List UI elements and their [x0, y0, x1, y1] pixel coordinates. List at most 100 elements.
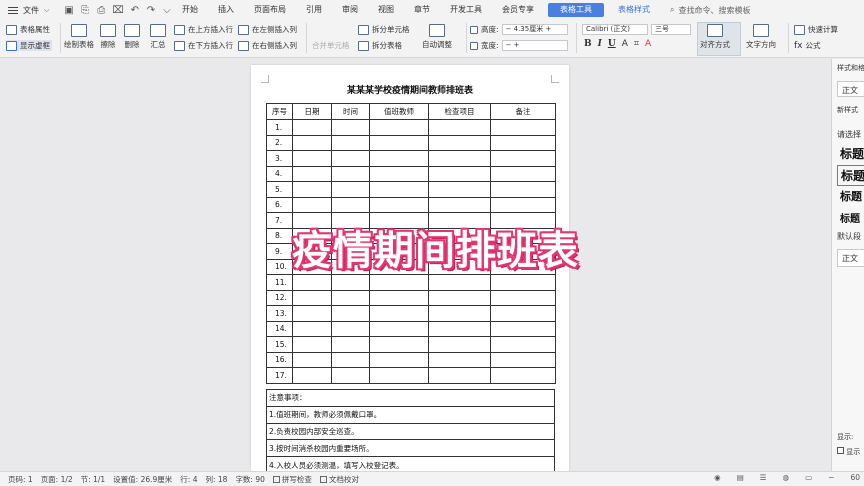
style-body[interactable]: 正文	[837, 249, 864, 267]
table-cell[interactable]	[490, 150, 556, 167]
table-cell[interactable]	[331, 305, 370, 322]
row-number-cell[interactable]: 3.	[266, 150, 293, 167]
tab-layout[interactable]: 页面布局	[244, 0, 296, 20]
status-words[interactable]: 字数: 90	[235, 474, 264, 485]
table-cell[interactable]	[331, 196, 370, 213]
style-default-paragraph[interactable]: 默认段	[837, 231, 861, 242]
table-cell[interactable]	[369, 367, 429, 384]
read-view-icon[interactable]: ▭	[805, 473, 812, 482]
table-cell[interactable]	[331, 289, 370, 306]
table-cell[interactable]	[490, 320, 556, 337]
tab-member[interactable]: 会员专享	[492, 0, 544, 20]
command-search[interactable]: ⌕ 查找命令、搜索模板	[670, 5, 750, 16]
spell-check-toggle[interactable]: 拼写检查	[272, 474, 312, 485]
tab-references[interactable]: 引用	[296, 0, 332, 20]
tab-section[interactable]: 章节	[404, 0, 440, 20]
undo-icon[interactable]: ↶	[130, 5, 140, 16]
insert-left-button[interactable]: 在左侧插入列	[238, 24, 297, 35]
table-cell[interactable]	[428, 181, 491, 198]
redo-icon[interactable]: ↷	[146, 5, 156, 16]
delete-button[interactable]: 删除	[124, 24, 140, 50]
insert-right-button[interactable]: 在右侧插入列	[238, 40, 297, 51]
table-cell[interactable]	[369, 320, 429, 337]
row-number-cell[interactable]: 4.	[266, 165, 293, 182]
align-button[interactable]: 对齐方式	[700, 24, 730, 50]
table-cell[interactable]	[292, 119, 332, 136]
table-cell[interactable]	[369, 196, 429, 213]
text-color-icon[interactable]: A	[645, 39, 651, 49]
current-style-box[interactable]: 正文	[837, 81, 864, 97]
style-heading-2[interactable]: 标题	[837, 165, 864, 186]
notes-title[interactable]: 注意事项：	[266, 389, 555, 407]
underline-button[interactable]: U	[608, 39, 616, 49]
tab-table-style[interactable]: 表格样式	[608, 0, 660, 20]
row-number-cell[interactable]: 8.	[266, 227, 293, 244]
row-number-cell[interactable]: 13.	[266, 305, 293, 322]
row-number-cell[interactable]: 6.	[266, 196, 293, 213]
table-cell[interactable]	[369, 181, 429, 198]
note-item[interactable]: 2.负责校园内部安全巡查。	[266, 422, 555, 441]
autofit-button[interactable]: 自动调整	[422, 24, 452, 50]
tab-insert[interactable]: 插入	[208, 0, 244, 20]
quick-calc-button[interactable]: 快速计算	[794, 24, 838, 35]
table-cell[interactable]	[331, 336, 370, 353]
header-cell[interactable]: 备注	[490, 103, 556, 120]
font-name-select[interactable]: Calibri (正文)	[582, 24, 648, 35]
print-icon[interactable]: ⎙	[96, 5, 106, 16]
font-size-select[interactable]: 三号	[651, 24, 691, 35]
table-cell[interactable]	[369, 119, 429, 136]
notes-table[interactable]: 注意事项： 1.值班期间，教师必须佩戴口罩。 2.负责校园内部安全巡查。 3.按…	[266, 389, 555, 474]
export-icon[interactable]: ⎘	[80, 5, 90, 16]
tab-view[interactable]: 视图	[368, 0, 404, 20]
table-cell[interactable]	[331, 181, 370, 198]
table-cell[interactable]	[292, 150, 332, 167]
table-cell[interactable]	[428, 165, 491, 182]
tab-developer[interactable]: 开发工具	[440, 0, 492, 20]
insert-below-button[interactable]: 在下方插入行	[174, 40, 233, 51]
web-view-icon[interactable]: ◍	[783, 473, 790, 482]
row-number-cell[interactable]: 7.	[266, 212, 293, 229]
zoom-out-icon[interactable]: −	[828, 473, 834, 482]
zoom-level[interactable]: 60	[850, 473, 860, 482]
eye-icon[interactable]: ◉	[714, 473, 721, 482]
table-cell[interactable]	[428, 320, 491, 337]
summary-button[interactable]: 汇总	[150, 24, 166, 50]
table-cell[interactable]	[331, 367, 370, 384]
style-heading-4[interactable]: 标题	[840, 210, 860, 225]
row-number-cell[interactable]: 17.	[266, 367, 293, 384]
note-item[interactable]: 3.按时间消杀校园内重要场所。	[266, 439, 555, 458]
new-style-button[interactable]: 新样式	[837, 105, 858, 115]
header-cell[interactable]: 时间	[331, 103, 370, 120]
header-cell[interactable]: 序号	[266, 103, 293, 120]
table-cell[interactable]	[292, 165, 332, 182]
table-cell[interactable]	[369, 351, 429, 368]
table-cell[interactable]	[292, 274, 332, 291]
table-cell[interactable]	[369, 274, 429, 291]
row-number-cell[interactable]: 5.	[266, 181, 293, 198]
italic-button[interactable]: I	[598, 39, 602, 49]
table-cell[interactable]	[331, 320, 370, 337]
table-cell[interactable]	[490, 119, 556, 136]
table-cell[interactable]	[292, 289, 332, 306]
table-cell[interactable]	[490, 274, 556, 291]
table-cell[interactable]	[331, 119, 370, 136]
formula-button[interactable]: fx 公式	[794, 40, 821, 51]
table-cell[interactable]	[428, 119, 491, 136]
format-painter-icon[interactable]: ⌧	[112, 5, 124, 16]
table-cell[interactable]	[428, 336, 491, 353]
table-cell[interactable]	[490, 305, 556, 322]
table-cell[interactable]	[490, 165, 556, 182]
table-cell[interactable]	[331, 274, 370, 291]
table-cell[interactable]	[331, 351, 370, 368]
table-cell[interactable]	[369, 134, 429, 151]
table-cell[interactable]	[292, 367, 332, 384]
table-cell[interactable]	[369, 289, 429, 306]
row-number-cell[interactable]: 2.	[266, 134, 293, 151]
table-cell[interactable]	[428, 305, 491, 322]
row-number-cell[interactable]: 9.	[266, 243, 293, 260]
table-cell[interactable]	[428, 289, 491, 306]
status-pages[interactable]: 页面: 1/2	[41, 474, 73, 485]
erase-button[interactable]: 擦除	[100, 24, 116, 50]
header-cell[interactable]: 值班教师	[369, 103, 429, 120]
tab-table-tools[interactable]: 表格工具	[548, 3, 604, 17]
